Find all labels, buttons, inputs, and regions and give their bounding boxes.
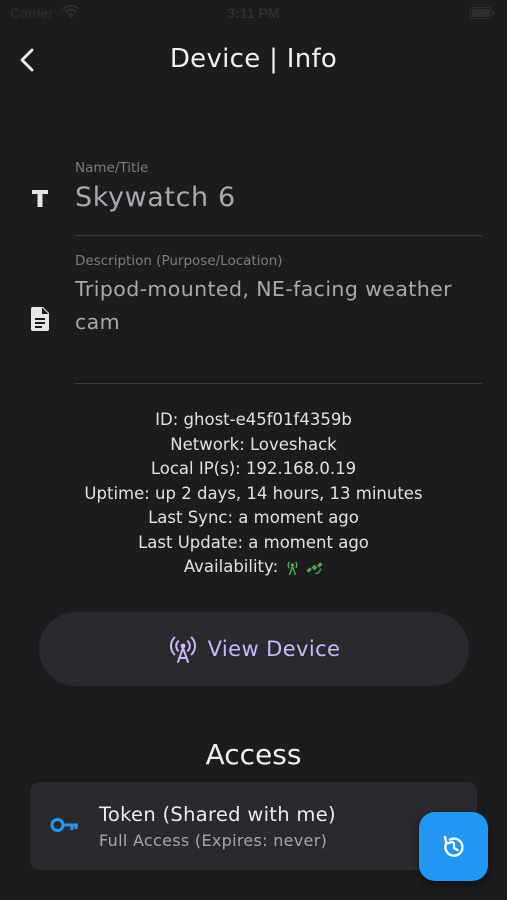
refresh-icon	[443, 835, 464, 857]
document-icon	[30, 307, 49, 331]
antenna-icon	[287, 561, 298, 575]
description-label: Description (Purpose/Location)	[75, 253, 283, 269]
device-availability: Availability:	[0, 555, 507, 580]
status-time: 3:11 PM	[227, 5, 280, 21]
device-uptime: Uptime: up 2 days, 14 hours, 13 minutes	[84, 483, 423, 503]
battery-icon	[470, 7, 495, 19]
description-field[interactable]: Description (Purpose/Location) Tripod-mo…	[75, 253, 482, 384]
access-heading: Access	[205, 738, 302, 771]
token-subtitle: Full Access (Expires: never)	[99, 831, 328, 850]
name-title-value[interactable]: Skywatch 6	[75, 182, 482, 213]
view-device-label: View Device	[207, 637, 341, 661]
description-value[interactable]: Tripod-mounted, NE-facing weather cam	[75, 273, 482, 339]
device-network: Network: Loveshack	[170, 434, 337, 454]
name-title-field[interactable]: Name/Title Skywatch 6	[75, 160, 482, 236]
device-id: ID: ghost-e45f01f4359b	[155, 410, 352, 429]
token-card[interactable]: Token (Shared with me) Full Access (Expi…	[30, 782, 477, 870]
device-local-ip: Local IP(s): 192.168.0.19	[150, 459, 357, 478]
satellite-icon	[306, 562, 323, 574]
key-icon	[50, 818, 78, 832]
name-title-label: Name/Title	[75, 160, 149, 176]
device-info-screen: Carrier 3:11 PM Device | Info Name/Title…	[0, 0, 507, 900]
text-title-icon	[32, 190, 48, 207]
wireless-tower-icon	[169, 636, 196, 663]
status-bar: Carrier 3:11 PM	[0, 0, 507, 28]
device-last-update: Last Update: a moment ago	[138, 532, 369, 552]
page-title: Device | Info	[169, 44, 338, 74]
token-title: Token (Shared with me)	[99, 803, 336, 826]
device-info-block: ID: ghost-e45f01f4359b Network: Loveshac…	[0, 408, 507, 580]
availability-label: Availability:	[183, 557, 279, 576]
device-last-sync: Last Sync: a moment ago	[148, 508, 359, 527]
refresh-fab[interactable]	[419, 812, 488, 881]
view-device-button[interactable]: View Device	[39, 612, 469, 686]
availability-icons	[284, 559, 323, 576]
